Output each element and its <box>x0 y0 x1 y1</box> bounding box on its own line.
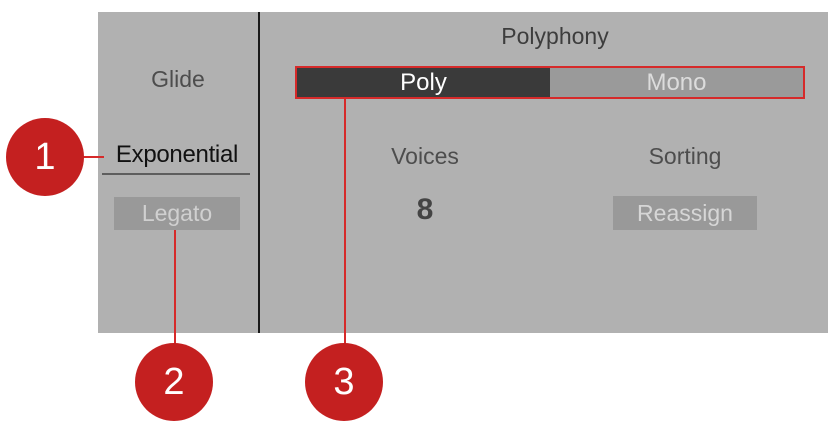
polyphony-title: Polyphony <box>501 23 609 49</box>
glide-mode-underline <box>102 173 250 175</box>
poly-segment[interactable]: Poly <box>297 68 550 97</box>
callout-badge-1: 1 <box>6 118 84 196</box>
mono-segment[interactable]: Mono <box>550 68 803 97</box>
callout-badge-3: 3 <box>305 343 383 421</box>
legato-button[interactable]: Legato <box>114 197 240 230</box>
callout-3-leader-line <box>344 99 346 344</box>
callout-2-leader-line <box>174 230 176 344</box>
callout-badge-2: 2 <box>135 343 213 421</box>
voices-label: Voices <box>391 143 459 169</box>
voices-value[interactable]: 8 <box>395 193 455 227</box>
polyphony-mode-switch: Poly Mono <box>295 66 805 99</box>
glide-mode-selector[interactable]: Exponential <box>102 141 252 169</box>
sorting-selector[interactable]: Reassign <box>613 196 757 230</box>
sorting-label: Sorting <box>648 143 722 169</box>
callout-1-leader-line <box>82 156 104 158</box>
glide-label: Glide <box>151 66 205 92</box>
section-divider <box>258 12 260 333</box>
